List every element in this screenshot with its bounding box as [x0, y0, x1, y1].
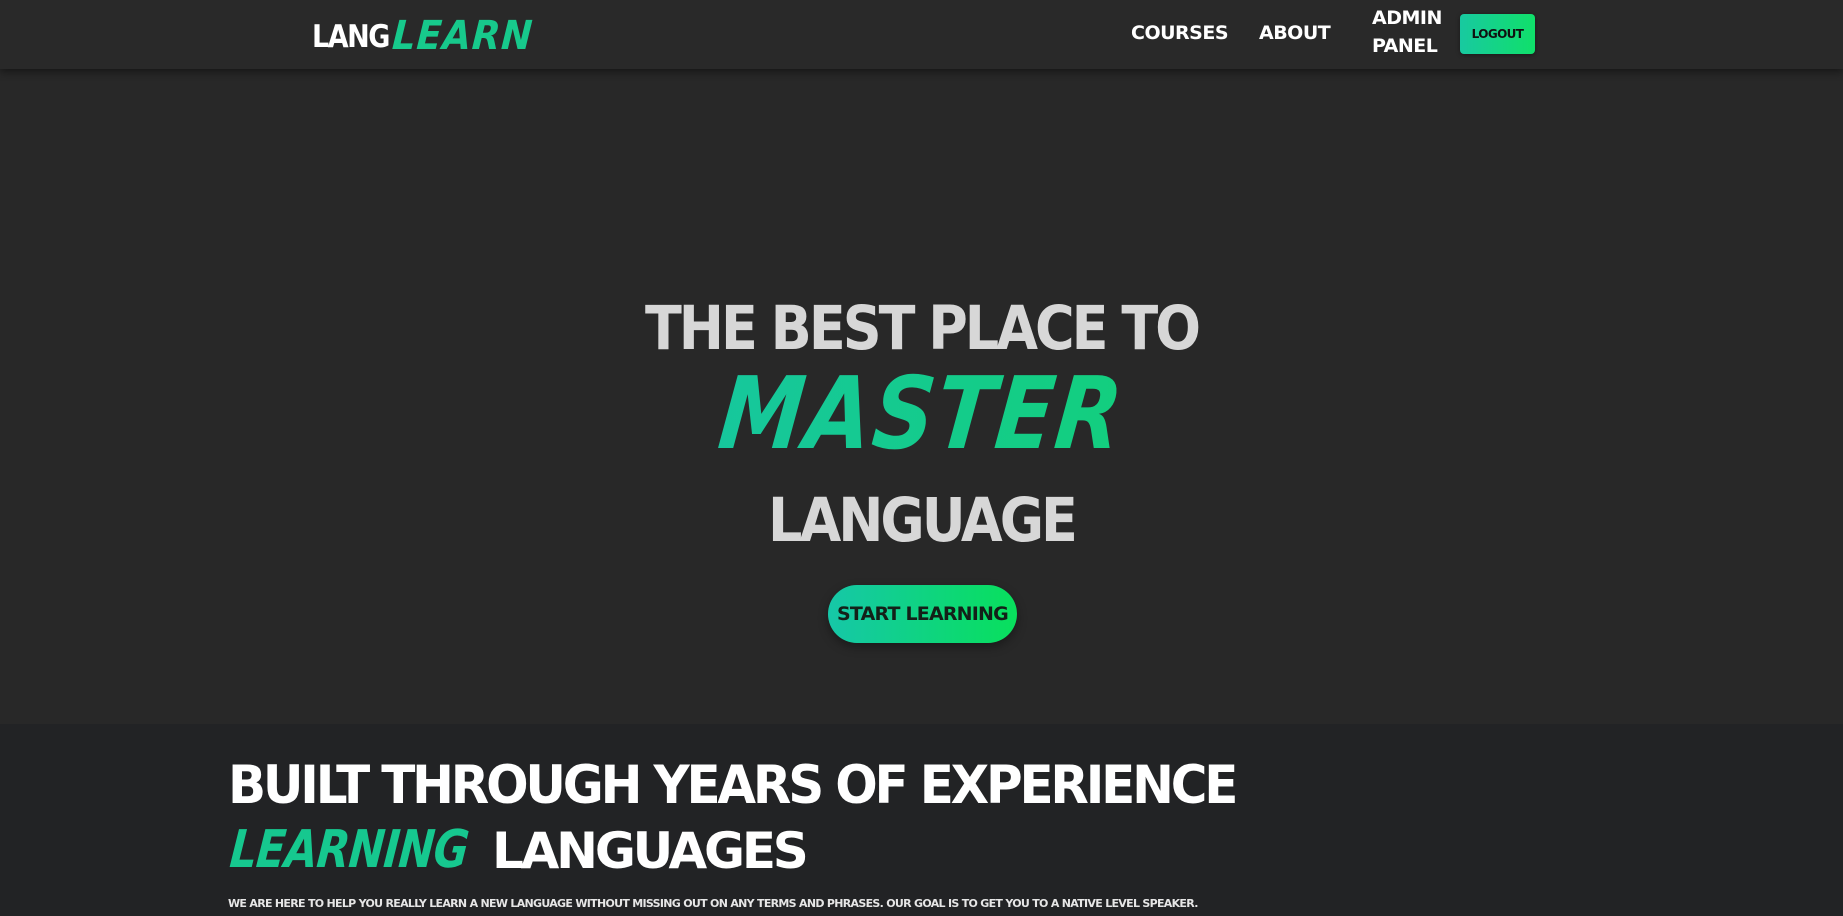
hero-heading-line3: LANGUAGE: [768, 485, 1078, 556]
hero-heading-line1: THE BEST PLACE TO: [644, 293, 1201, 364]
experience-title-end: LANGUAGES: [492, 822, 809, 880]
brand-logo-suffix: LEARN: [390, 13, 535, 59]
nav-link-courses[interactable]: COURSES: [1131, 20, 1229, 48]
nav-link-admin-panel[interactable]: ADMIN PANEL: [1372, 5, 1442, 60]
experience-description: WE ARE HERE TO HELP YOU REALLY LEARN A N…: [228, 897, 1198, 910]
experience-section: BUILT THROUGH YEARS OF EXPERIENCE LEARNI…: [0, 724, 1843, 916]
site-header: LANG LEARN COURSES ABOUT ADMIN PANEL LOG…: [0, 0, 1843, 69]
nav-link-about[interactable]: ABOUT: [1259, 20, 1331, 48]
brand-logo-prefix: LANG: [312, 19, 390, 55]
experience-title: BUILT THROUGH YEARS OF EXPERIENCE: [228, 754, 1238, 816]
hero-heading-highlight: MASTER: [132, 355, 1710, 472]
hero-section: THE BEST PLACE TO MASTER LANGUAGE START …: [0, 69, 1843, 724]
experience-highlight: LEARNING: [227, 820, 471, 880]
experience-subtitle: LEARNING LANGUAGES: [227, 820, 809, 880]
brand-logo[interactable]: LANG LEARN: [312, 8, 544, 59]
start-learning-button[interactable]: START LEARNING: [828, 585, 1017, 643]
logout-button[interactable]: LOGOUT: [1460, 14, 1535, 54]
